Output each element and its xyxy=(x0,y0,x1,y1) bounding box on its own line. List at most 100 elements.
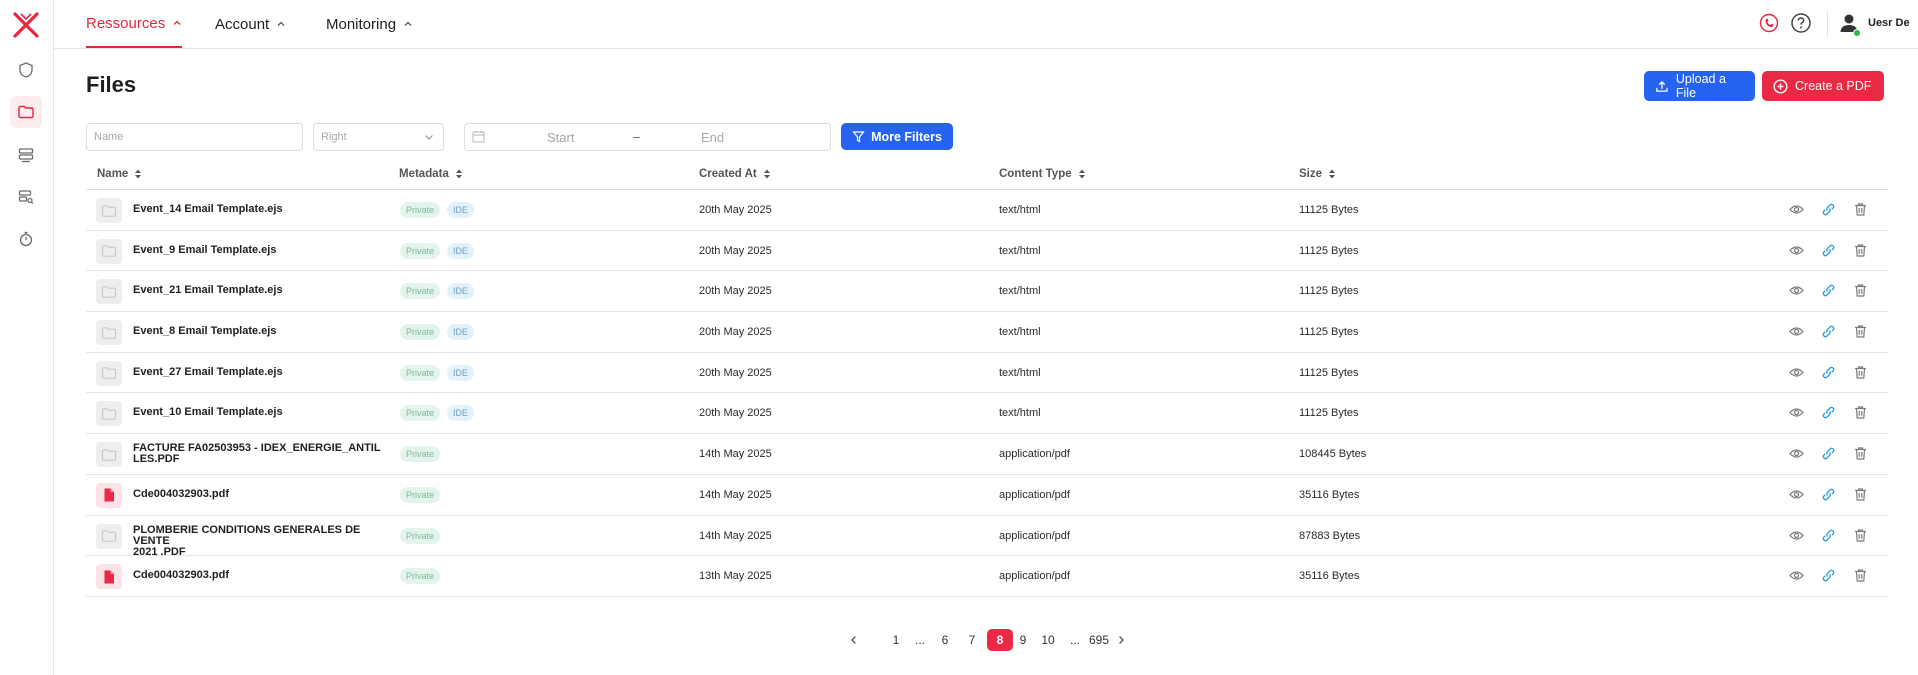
online-status-indicator xyxy=(1853,29,1861,37)
file-name[interactable]: Event_14 Email Template.ejs xyxy=(133,204,383,215)
table-row[interactable]: Event_14 Email Template.ejs Private IDE 20t… xyxy=(86,190,1888,231)
more-filters-button[interactable]: More Filters xyxy=(841,123,953,150)
trash-icon[interactable] xyxy=(1853,528,1868,543)
table-row[interactable]: FACTURE FA02503953 - IDEX_ENERGIE_ANTIL L… xyxy=(86,434,1888,475)
sidebar-item-security[interactable] xyxy=(10,54,42,86)
trash-icon[interactable] xyxy=(1853,568,1868,583)
file-name[interactable]: Event_10 Email Template.ejs xyxy=(133,407,383,418)
table-row[interactable]: Event_9 Email Template.ejs Private IDE 20th… xyxy=(86,231,1888,272)
eye-icon[interactable] xyxy=(1789,405,1804,420)
file-name[interactable]: Event_8 Email Template.ejs xyxy=(133,326,383,337)
trash-icon[interactable] xyxy=(1853,243,1868,258)
support-contact-icon[interactable] xyxy=(1758,12,1780,34)
sidebar-item-queries[interactable] xyxy=(10,181,42,213)
metadata-badge-private: Private xyxy=(400,527,441,544)
pagination-page[interactable]: 6 xyxy=(934,629,956,651)
eye-icon[interactable] xyxy=(1789,243,1804,258)
file-thumbnail xyxy=(96,198,122,223)
link-icon[interactable] xyxy=(1821,243,1836,258)
link-icon[interactable] xyxy=(1821,446,1836,461)
content-type: application/pdf xyxy=(999,488,1070,501)
eye-icon[interactable] xyxy=(1789,202,1804,217)
column-header-name[interactable]: Name xyxy=(97,168,142,180)
name-filter-input[interactable]: Name xyxy=(86,123,303,151)
file-thumbnail xyxy=(96,238,122,264)
column-header-metadata[interactable]: Metadata xyxy=(399,168,463,180)
file-name[interactable]: Cde004032903.pdf xyxy=(133,570,383,581)
table-row[interactable]: Event_8 Email Template.ejs Private IDE 20th… xyxy=(86,312,1888,353)
pagination-page[interactable]: 8 xyxy=(987,629,1013,651)
eye-icon[interactable] xyxy=(1789,446,1804,461)
tab-ressources[interactable]: Ressources xyxy=(86,0,183,48)
column-header-size[interactable]: Size xyxy=(1299,168,1336,180)
sidebar-item-databases[interactable] xyxy=(10,139,42,171)
folder-icon xyxy=(101,245,117,257)
pagination-page[interactable]: 10 xyxy=(1037,629,1059,651)
file-name[interactable]: PLOMBERIE CONDITIONS GENERALES DE VENTE 2… xyxy=(133,524,383,558)
eye-icon[interactable] xyxy=(1789,324,1804,339)
file-name[interactable]: FACTURE FA02503953 - IDEX_ENERGIE_ANTIL L… xyxy=(133,443,383,465)
file-name[interactable]: Event_27 Email Template.ejs xyxy=(133,366,383,378)
table-row[interactable]: Cde004032903.pdf Private 14th May 2025 appl… xyxy=(86,475,1888,516)
content-type: text/html xyxy=(999,285,1041,298)
access-filter-select[interactable]: Right xyxy=(313,123,444,151)
date-separator: – xyxy=(633,129,641,144)
table-row[interactable]: Cde004032903.pdf Private 13th May 2025 appl… xyxy=(86,556,1888,597)
date-range-picker[interactable]: Start – End xyxy=(464,123,831,151)
trash-icon[interactable] xyxy=(1853,202,1868,217)
column-header-created-at[interactable]: Created At xyxy=(699,168,771,180)
pagination-page[interactable]: 1 xyxy=(885,629,907,651)
x-logo-icon[interactable] xyxy=(11,10,41,40)
link-icon[interactable] xyxy=(1821,202,1836,217)
sidebar-item-monitoring[interactable] xyxy=(10,223,42,255)
pagination-next-button[interactable] xyxy=(1110,629,1132,651)
metadata-badge-ide: IDE xyxy=(447,324,475,341)
link-icon[interactable] xyxy=(1821,528,1836,543)
user-name[interactable]: Uesr De xyxy=(1868,17,1910,29)
pagination-prev-button[interactable] xyxy=(843,629,865,651)
access-filter-value: Right xyxy=(321,131,347,143)
date-start-placeholder: Start xyxy=(547,130,575,145)
folder-icon xyxy=(101,448,117,461)
help-icon[interactable] xyxy=(1790,12,1812,34)
eye-icon[interactable] xyxy=(1789,487,1804,502)
trash-icon[interactable] xyxy=(1853,446,1868,461)
create-pdf-button[interactable]: Create a PDF xyxy=(1762,71,1884,101)
file-name[interactable]: Event_9 Email Template.ejs xyxy=(133,244,383,256)
row-actions xyxy=(1789,405,1868,420)
content-type: application/pdf xyxy=(999,529,1070,542)
pagination-page[interactable]: 9 xyxy=(1012,629,1034,651)
eye-icon[interactable] xyxy=(1789,568,1804,583)
eye-icon[interactable] xyxy=(1789,528,1804,543)
upload-file-button[interactable]: Upload a File xyxy=(1644,71,1755,101)
link-icon[interactable] xyxy=(1821,283,1836,298)
file-name[interactable]: Event_21 Email Template.ejs xyxy=(133,285,383,296)
table-row[interactable]: Event_27 Email Template.ejs Private IDE 20t… xyxy=(86,353,1888,394)
link-icon[interactable] xyxy=(1821,405,1836,420)
pagination-page[interactable]: 7 xyxy=(961,629,983,651)
column-header-content-type[interactable]: Content Type xyxy=(999,168,1086,180)
trash-icon[interactable] xyxy=(1853,405,1868,420)
tab-monitoring[interactable]: Monitoring xyxy=(326,0,413,48)
eye-icon[interactable] xyxy=(1789,283,1804,298)
link-icon[interactable] xyxy=(1821,324,1836,339)
trash-icon[interactable] xyxy=(1853,283,1868,298)
trash-icon[interactable] xyxy=(1853,324,1868,339)
link-icon[interactable] xyxy=(1821,365,1836,380)
sidebar-item-files[interactable] xyxy=(10,96,42,128)
column-label: Name xyxy=(97,168,129,180)
table-header: Name Metadata Created At Content Type Si… xyxy=(86,160,1888,190)
table-row[interactable]: Event_10 Email Template.ejs Private IDE 20t… xyxy=(86,393,1888,435)
link-icon[interactable] xyxy=(1821,568,1836,583)
created-at: 14th May 2025 xyxy=(699,488,772,501)
pagination-page[interactable]: 695 xyxy=(1088,629,1110,651)
pdf-file-icon xyxy=(104,570,114,584)
link-icon[interactable] xyxy=(1821,487,1836,502)
tab-account[interactable]: Account xyxy=(215,0,286,48)
table-row[interactable]: PLOMBERIE CONDITIONS GENERALES DE VENTE 2… xyxy=(86,516,1888,557)
table-row[interactable]: Event_21 Email Template.ejs Private IDE 20t… xyxy=(86,271,1888,313)
eye-icon[interactable] xyxy=(1789,365,1804,380)
trash-icon[interactable] xyxy=(1853,365,1868,380)
trash-icon[interactable] xyxy=(1853,487,1868,502)
file-name[interactable]: Cde004032903.pdf xyxy=(133,488,383,500)
